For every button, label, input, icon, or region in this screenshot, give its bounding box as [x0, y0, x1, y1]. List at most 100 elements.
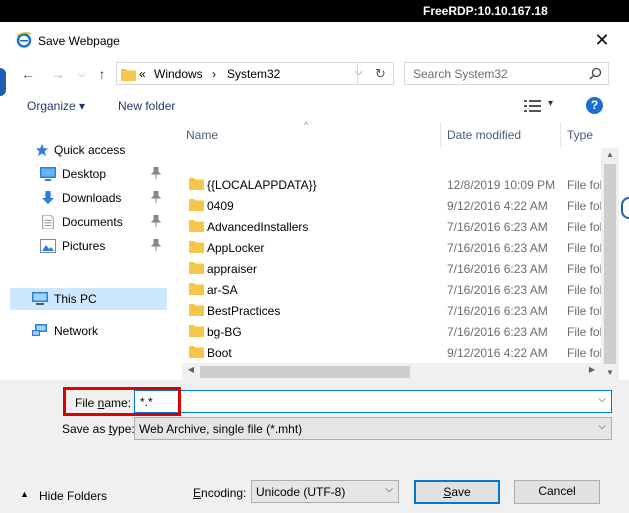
horizontal-scroll-thumb[interactable] [200, 366, 410, 378]
date-modified-cell: 7/16/2016 6:23 AM [447, 304, 548, 318]
scroll-down-button[interactable]: ▼ [601, 368, 619, 377]
collapse-icon: ▲ [20, 489, 29, 499]
organize-button[interactable]: Organize ▾ [27, 99, 85, 113]
sidebar-item-desktop[interactable]: Desktop [10, 163, 167, 185]
encoding-label: Encoding: [193, 486, 247, 500]
file-name-cell: AppLocker [207, 241, 265, 255]
sidebar-item-pictures[interactable]: Pictures [10, 235, 167, 257]
column-header-type[interactable]: Type [567, 122, 601, 148]
file-name-input[interactable]: *.* ⌵ [134, 390, 612, 413]
table-row[interactable]: appraiser 7/16/2016 6:23 AM File fol [182, 258, 602, 279]
file-list: ^ Name Date modified Type {{LOCALAPPDATA… [182, 120, 619, 381]
sidebar-item-documents[interactable]: Documents [10, 211, 167, 233]
pin-icon[interactable] [151, 167, 161, 179]
file-name-cell: BestPractices [207, 304, 281, 318]
sidebar-item-label: Documents [62, 215, 123, 229]
folder-icon [189, 178, 204, 190]
date-modified-cell: 7/16/2016 6:23 AM [447, 220, 548, 234]
table-row[interactable]: 0409 9/12/2016 4:22 AM File fol [182, 195, 602, 216]
dialog-titlebar: Save Webpage ✕ [0, 22, 629, 58]
download-icon [41, 191, 55, 205]
network-icon [32, 324, 47, 336]
internet-explorer-icon [16, 32, 32, 48]
scroll-right-button[interactable]: ▶ [583, 365, 601, 374]
navigation-pane: Quick access Desktop Downloads Documents [10, 122, 167, 382]
search-icon[interactable] [589, 67, 602, 80]
recent-locations-button[interactable]: ⌵ [74, 66, 90, 82]
column-header-date-modified[interactable]: Date modified [447, 122, 557, 148]
forward-button[interactable]: → [50, 66, 66, 82]
vertical-scroll-thumb[interactable] [604, 164, 616, 364]
table-row[interactable]: bg-BG 7/16/2016 6:23 AM File fol [182, 321, 602, 342]
type-cell: File fol [567, 304, 602, 318]
date-modified-cell: 9/12/2016 4:22 AM [447, 346, 548, 360]
file-name-cell: appraiser [207, 262, 258, 276]
date-modified-cell: 7/16/2016 6:23 AM [447, 262, 548, 276]
sidebar-item-downloads[interactable]: Downloads [10, 187, 167, 209]
column-separator[interactable] [560, 122, 561, 148]
table-row[interactable]: BestPractices 7/16/2016 6:23 AM File fol [182, 300, 602, 321]
pin-icon[interactable] [151, 239, 161, 251]
help-button[interactable]: ? [586, 97, 603, 114]
sidebar-item-label: Desktop [62, 167, 107, 181]
file-name-dropdown-icon[interactable]: ⌵ [598, 394, 606, 405]
save-button[interactable]: Save [414, 480, 500, 504]
type-cell: File fol [567, 178, 602, 192]
column-header-name[interactable]: Name [186, 122, 439, 148]
view-dropdown-icon[interactable]: ▾ [548, 98, 553, 109]
type-cell: File fol [567, 241, 602, 255]
sidebar-item-label: This PC [54, 292, 97, 306]
type-cell: File fol [567, 283, 602, 297]
up-button[interactable]: ↑ [94, 66, 110, 82]
breadcrumb-prefix[interactable]: « [139, 67, 146, 81]
new-folder-button[interactable]: New folder [118, 99, 175, 113]
change-view-button[interactable]: ▾ [524, 98, 556, 114]
encoding-dropdown-icon[interactable]: ⌵ [385, 484, 393, 495]
sidebar-item-quick-access[interactable]: Quick access [10, 139, 167, 161]
breadcrumb-separator[interactable]: › [212, 67, 216, 81]
table-row[interactable]: {{LOCALAPPDATA}} 12/8/2019 10:09 PM File f… [182, 174, 602, 195]
back-button[interactable]: ← [20, 66, 36, 82]
breadcrumb-windows[interactable]: Windows [154, 67, 203, 81]
save-webpage-dialog: Save Webpage ✕ ← → ⌵ ↑ « Windows › Syste… [0, 22, 629, 513]
table-row[interactable]: Boot 9/12/2016 4:22 AM File fol [182, 342, 602, 363]
table-row[interactable]: AdvancedInstallers 7/16/2016 6:23 AM File … [182, 216, 602, 237]
breadcrumb-system32[interactable]: System32 [227, 67, 280, 81]
sidebar-item-this-pc[interactable]: This PC [10, 288, 167, 310]
folder-icon [189, 220, 204, 232]
search-box[interactable]: Search System32 [404, 62, 609, 85]
folder-icon [189, 283, 204, 295]
date-modified-cell: 7/16/2016 6:23 AM [447, 325, 548, 339]
background-window-edge-right [621, 197, 629, 219]
pictures-icon [40, 239, 56, 253]
address-divider [357, 62, 358, 85]
file-name-cell: {{LOCALAPPDATA}} [207, 178, 317, 192]
search-input[interactable]: Search System32 [413, 67, 508, 81]
folder-icon [121, 69, 136, 81]
type-cell: File fol [567, 346, 602, 360]
type-cell: File fol [567, 199, 602, 213]
save-as-type-select[interactable]: Web Archive, single file (*.mht) ⌵ [134, 417, 612, 440]
hide-folders-label: Hide Folders [39, 489, 108, 503]
vertical-scrollbar[interactable]: ▲ ▼ [601, 148, 619, 381]
date-modified-cell: 9/12/2016 4:22 AM [447, 199, 548, 213]
horizontal-scrollbar[interactable]: ◀ ▶ [182, 363, 601, 381]
scroll-left-button[interactable]: ◀ [182, 365, 200, 374]
sidebar-item-network[interactable]: Network [10, 320, 167, 342]
column-separator[interactable] [440, 122, 441, 148]
cancel-button[interactable]: Cancel [514, 480, 600, 504]
computer-icon [32, 292, 48, 305]
address-bar[interactable]: « Windows › System32 ⌵ ↻ [116, 62, 394, 85]
table-row[interactable]: ar-SA 7/16/2016 6:23 AM File fol [182, 279, 602, 300]
folder-icon [189, 325, 204, 337]
pin-icon[interactable] [151, 191, 161, 203]
encoding-select[interactable]: Unicode (UTF-8) ⌵ [251, 480, 399, 503]
sidebar-item-label: Quick access [54, 143, 126, 157]
save-as-type-dropdown-icon[interactable]: ⌵ [598, 421, 606, 432]
close-button[interactable]: ✕ [591, 30, 613, 52]
table-row[interactable]: AppLocker 7/16/2016 6:23 AM File fol [182, 237, 602, 258]
type-cell: File fol [567, 262, 602, 276]
pin-icon[interactable] [151, 215, 161, 227]
refresh-icon[interactable]: ↻ [375, 66, 386, 82]
scroll-up-button[interactable]: ▲ [601, 150, 619, 159]
